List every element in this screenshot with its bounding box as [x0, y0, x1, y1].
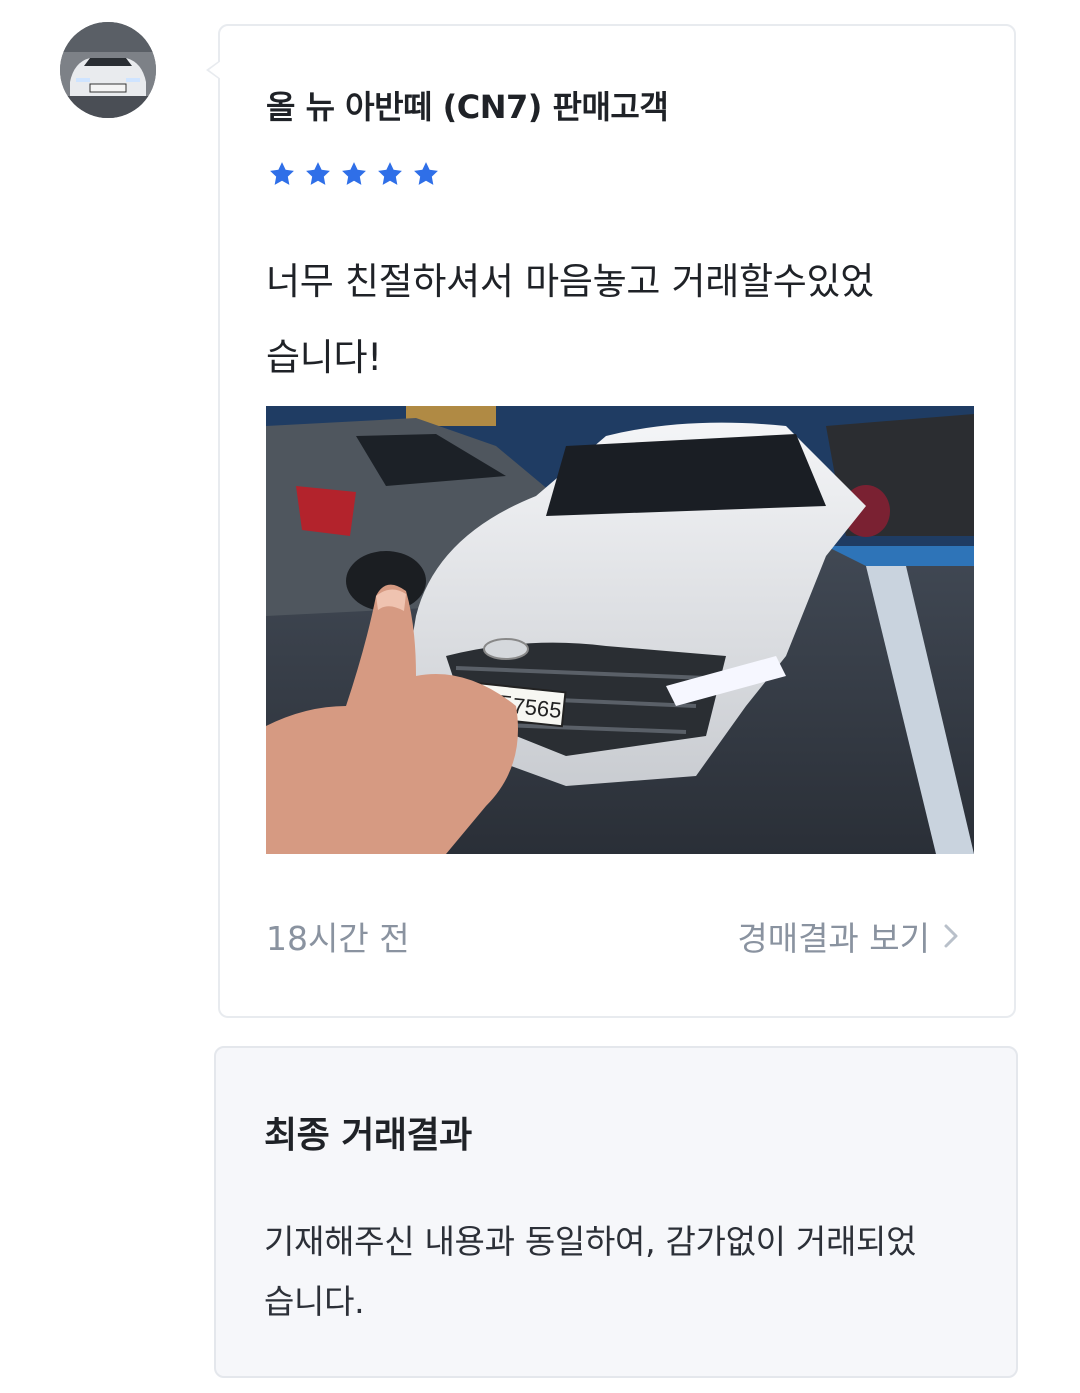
final-result-title: 최종 거래결과 [264, 1115, 472, 1156]
review-card-pointer-fill [209, 61, 221, 79]
star-icon [378, 162, 402, 185]
review-title: 올 뉴 아반떼 (CN7) 판매고객 [266, 88, 669, 126]
review-page: 올 뉴 아반떼 (CN7) 판매고객 너무 친절하셔서 마음놓고 거래할수있었 … [0, 0, 1080, 1393]
star-icon [342, 162, 366, 185]
review-card: 올 뉴 아반떼 (CN7) 판매고객 너무 친절하셔서 마음놓고 거래할수있었 … [218, 24, 1016, 1018]
view-auction-result-link[interactable]: 경매결과 보기 [737, 912, 960, 960]
review-text-line: 습니다! [266, 336, 382, 379]
review-timestamp: 18시간 전 [266, 919, 410, 958]
final-result-text: 기재해주신 내용과 동일하여, 감가없이 거래되었 습니다. [264, 1212, 984, 1332]
chevron-right-icon [944, 924, 958, 948]
final-result-text-line: 습니다. [264, 1282, 365, 1321]
customer-avatar [60, 22, 156, 118]
review-text-line: 너무 친절하셔서 마음놓고 거래할수있었 [266, 260, 874, 303]
star-icon [306, 162, 330, 185]
review-photo[interactable]: 284조7565 [266, 406, 974, 854]
star-rating [268, 160, 440, 188]
final-result-card: 최종 거래결과 기재해주신 내용과 동일하여, 감가없이 거래되었 습니다. [214, 1046, 1018, 1378]
review-text: 너무 친절하셔서 마음놓고 거래할수있었 습니다! [266, 244, 982, 396]
star-icon [270, 162, 294, 185]
auction-link-label: 경매결과 보기 [737, 919, 930, 958]
star-icon [414, 162, 438, 185]
final-result-text-line: 기재해주신 내용과 동일하여, 감가없이 거래되었 [264, 1222, 917, 1261]
